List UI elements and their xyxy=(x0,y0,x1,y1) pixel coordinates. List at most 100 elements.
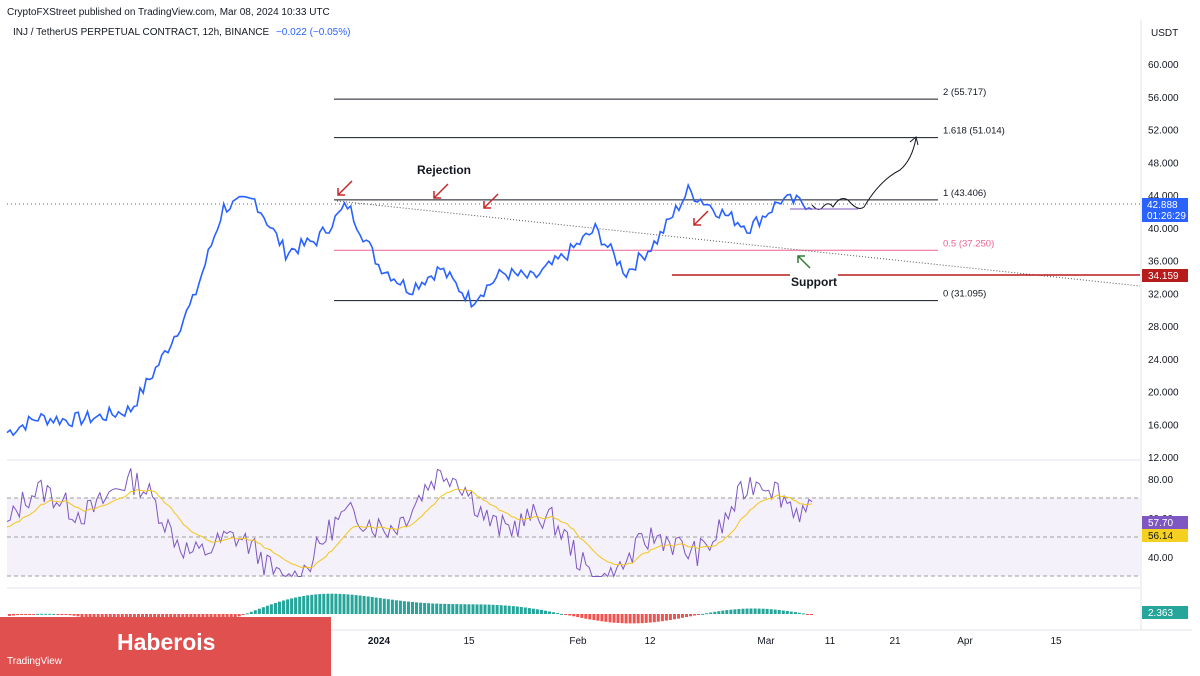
macd-bar xyxy=(584,614,588,619)
macd-bar xyxy=(797,612,801,614)
price-tick-label: 52.000 xyxy=(1148,126,1179,137)
price-badge-value: 42.888 xyxy=(1147,200,1178,211)
price-tick-label: 36.000 xyxy=(1148,257,1179,268)
macd-bar xyxy=(338,593,342,614)
macd-bar xyxy=(60,614,64,615)
macd-bar xyxy=(664,614,668,621)
projection-path xyxy=(811,137,917,210)
price-tick-label: 40.000 xyxy=(1148,224,1179,235)
time-tick-label: 12 xyxy=(644,636,656,647)
macd-bar xyxy=(447,604,451,614)
macd-bar xyxy=(290,598,294,614)
macd-bar xyxy=(564,614,568,615)
macd-bar xyxy=(632,614,636,624)
arrow-down-icon xyxy=(337,180,353,196)
macd-bar xyxy=(805,614,809,615)
macd-bar xyxy=(568,614,572,616)
price-tick-label: 24.000 xyxy=(1148,355,1179,366)
macd-bar xyxy=(261,607,265,614)
macd-bar xyxy=(535,609,539,614)
macd-bar xyxy=(552,612,556,614)
macd-bar xyxy=(479,604,483,614)
macd-bar xyxy=(753,608,757,614)
descending-trendline[interactable] xyxy=(336,200,1141,287)
macd-bar xyxy=(604,614,608,622)
macd-bar xyxy=(278,601,281,614)
macd-bar xyxy=(713,611,717,614)
macd-bar xyxy=(741,608,745,614)
macd-bar xyxy=(523,607,527,614)
macd-bar xyxy=(644,614,648,623)
macd-bar xyxy=(302,596,306,614)
arrow-down-icon xyxy=(693,210,709,226)
macd-bar xyxy=(362,596,366,614)
macd-bar xyxy=(717,611,721,614)
macd-bar xyxy=(616,614,620,623)
price-chart[interactable]: USDT 60.00056.00052.00048.00044.00040.00… xyxy=(0,0,1200,676)
macd-bar xyxy=(282,600,285,614)
rsi-tick-label: 40.00 xyxy=(1148,553,1173,564)
time-tick-label: Feb xyxy=(569,636,587,647)
macd-bar xyxy=(544,610,547,614)
fib-label: 0 (31.095) xyxy=(943,289,986,300)
macd-bar xyxy=(322,593,326,614)
macd-bar xyxy=(24,614,28,615)
macd-bar xyxy=(483,604,487,614)
macd-bar xyxy=(785,611,789,614)
macd-bar xyxy=(636,614,640,624)
rsi-tick-label: 80.00 xyxy=(1148,475,1173,486)
arrow-up-icon xyxy=(797,255,811,269)
fib-label: 1.618 (51.014) xyxy=(943,126,1005,137)
macd-bar xyxy=(600,614,604,622)
macd-bar xyxy=(749,608,753,614)
projection-arrowhead xyxy=(909,136,919,146)
price-tick-label: 56.000 xyxy=(1148,93,1179,104)
macd-bar xyxy=(419,602,423,614)
macd-bar xyxy=(681,614,684,618)
macd-bar xyxy=(668,614,672,620)
time-tick-label: Mar xyxy=(757,636,775,647)
price-tick-label: 20.000 xyxy=(1148,388,1179,399)
price-tick-label: 60.000 xyxy=(1148,60,1179,71)
macd-bar xyxy=(773,609,777,614)
price-series-line xyxy=(6,182,813,437)
macd-bar xyxy=(495,605,499,614)
macd-bar xyxy=(725,610,729,614)
macd-bar xyxy=(36,613,40,615)
macd-bar xyxy=(620,614,624,624)
macd-bar xyxy=(249,611,253,614)
macd-bar xyxy=(350,594,354,614)
macd-bar xyxy=(318,594,322,614)
rejection-arrows xyxy=(337,180,709,226)
arrow-down-icon xyxy=(483,193,499,209)
macd-bar xyxy=(499,605,503,614)
fib-label: 0.5 (37.250) xyxy=(943,238,994,249)
macd-bar xyxy=(463,604,467,614)
macd-bar xyxy=(28,614,32,615)
macd-bar xyxy=(427,603,431,614)
macd-bar xyxy=(576,614,580,618)
macd-bar xyxy=(765,608,769,614)
macd-bar xyxy=(56,614,60,615)
macd-bar xyxy=(370,597,374,614)
currency-label: USDT xyxy=(1151,28,1178,39)
macd-bar xyxy=(801,613,805,615)
macd-bar xyxy=(294,597,298,614)
macd-bar xyxy=(793,612,797,614)
macd-bar xyxy=(326,593,330,614)
time-tick-label: 21 xyxy=(889,636,901,647)
macd-bar xyxy=(64,614,68,615)
macd-bar xyxy=(245,613,249,615)
macd-bar xyxy=(689,614,693,617)
macd-bar xyxy=(467,604,471,614)
macd-bar xyxy=(471,604,475,614)
macd-bar xyxy=(455,604,459,614)
macd-bar xyxy=(390,599,394,614)
macd-bar xyxy=(515,606,519,614)
macd-bar xyxy=(475,604,479,614)
macd-bar xyxy=(378,598,382,614)
macd-bar xyxy=(72,614,76,616)
macd-bar xyxy=(20,614,24,615)
macd-bar xyxy=(769,609,773,614)
support-arrow xyxy=(797,255,811,269)
